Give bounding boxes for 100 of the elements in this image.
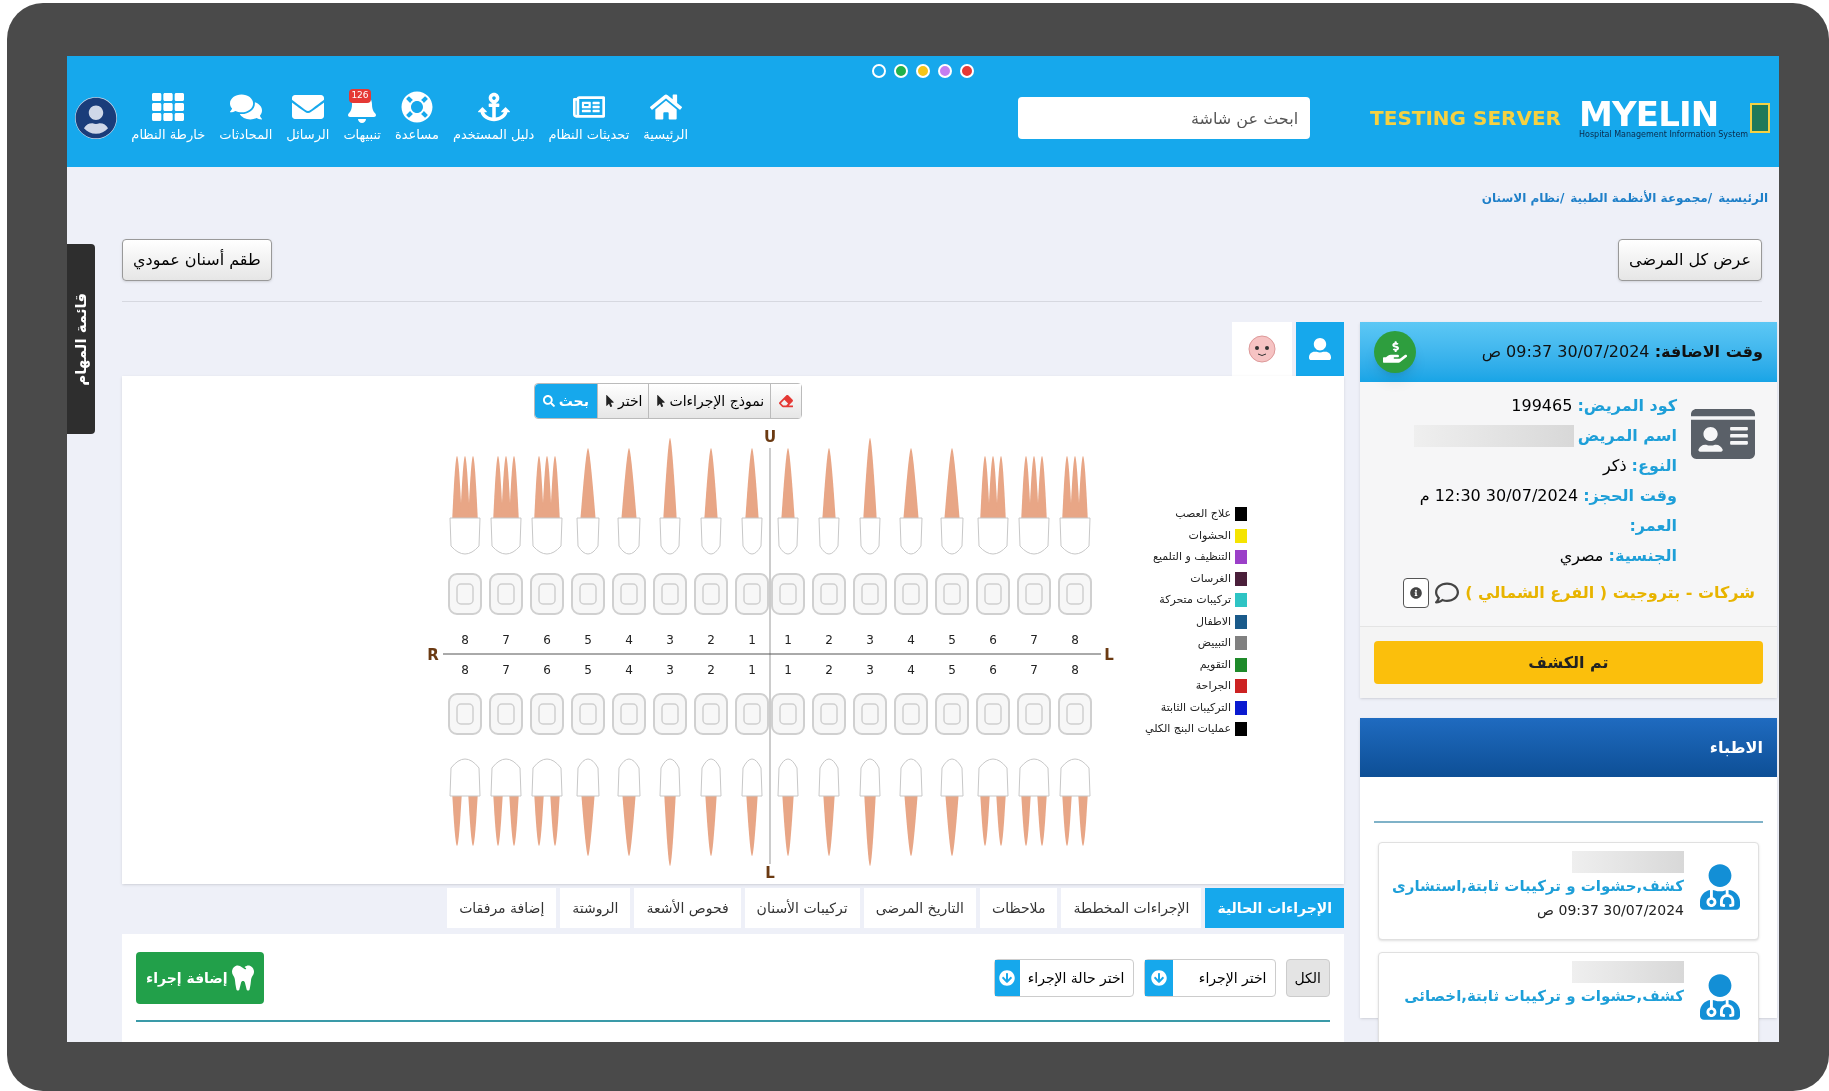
tooth-drawing[interactable] [940,448,964,555]
tooth-drawing[interactable] [977,758,1009,846]
tooth-number: 4 [907,663,915,677]
tooth-drawing[interactable] [1018,456,1050,555]
tooth-drawing[interactable] [700,758,722,856]
eraser-button[interactable] [770,384,802,418]
status-select[interactable]: اختر حالة الإجراء [993,959,1134,997]
tooth-outline-icon[interactable] [530,573,564,615]
tooth-outline-icon[interactable] [1058,693,1092,735]
tooth-drawing[interactable] [741,448,763,555]
vertical-teeth-button[interactable]: طقم أسنان عمودي [122,239,272,281]
tooth-outline-icon[interactable] [935,573,969,615]
tooth-drawing[interactable] [490,758,522,846]
tooth-outline-icon[interactable] [448,693,482,735]
tooth-drawing[interactable] [449,456,481,555]
procedure-tab[interactable]: ملاحظات [979,888,1058,928]
tooth-drawing[interactable] [659,758,681,866]
tooth-outline-icon[interactable] [812,693,846,735]
tooth-outline-icon[interactable] [694,693,728,735]
procedure-tab[interactable]: الإجراءات المخططة [1061,888,1202,928]
tooth-outline-icon[interactable] [771,573,805,615]
tooth-outline-icon[interactable] [976,693,1010,735]
tooth-drawing[interactable] [531,456,563,555]
all-patients-button[interactable]: عرض كل المرضى [1618,239,1762,281]
procedure-tab[interactable]: الروشتة [560,888,631,928]
breadcrumb-link[interactable]: الرئيسية [1718,189,1768,207]
tooth-drawing[interactable] [818,448,840,555]
patient-field: النوع: ذكر [1413,454,1677,478]
tooth-outline-icon[interactable] [1017,573,1051,615]
procedure-tab[interactable]: إضافة مرفقات [447,888,557,928]
tooth-drawing[interactable] [576,758,600,856]
tooth-drawing[interactable] [449,758,481,846]
tooth-outline-icon[interactable] [812,573,846,615]
patient-field: العمر: [1413,514,1677,538]
payment-icon [1374,331,1416,373]
info-button[interactable] [1403,578,1430,608]
tooth-drawing[interactable] [859,758,881,866]
tooth-drawing[interactable] [899,448,923,555]
tooth-outline-icon[interactable] [853,573,887,615]
breadcrumb-link[interactable]: /نظام الاسنان [1481,189,1565,207]
tooth-outline-icon[interactable] [612,573,646,615]
tooth-drawing[interactable] [659,438,681,555]
toolbar-dropdown[interactable]: نموذج الإجراءات [648,384,771,418]
breadcrumb-link[interactable]: /مجموعة الأنظمة الطبية [1570,189,1713,207]
tooth-drawing[interactable] [576,448,600,555]
side-tab[interactable]: قائمة المهام [67,244,95,434]
logo-name: MYELIN [1579,97,1719,131]
procedure-select[interactable]: اختر الإجراء [1143,959,1276,997]
procedure-tab[interactable]: التاريخ المرضى [863,888,976,928]
tooth-outline-icon[interactable] [653,573,687,615]
search-field[interactable]: ابحث عن شاشة [1018,97,1311,139]
tooth-outline-icon[interactable] [530,693,564,735]
tooth-drawing[interactable] [1059,758,1091,846]
tooth-drawing[interactable] [700,448,722,555]
tooth-outline-icon[interactable] [571,693,605,735]
tooth-outline-icon[interactable] [448,573,482,615]
tooth-drawing[interactable] [741,758,763,856]
tooth-drawing[interactable] [940,758,964,856]
tooth-number: 6 [543,633,551,647]
tooth-drawing[interactable] [617,448,641,555]
user-avatar-icon[interactable] [75,97,117,139]
adult-mode-button[interactable] [1296,322,1344,376]
tooth-outline-icon[interactable] [935,693,969,735]
tooth-outline-icon[interactable] [612,693,646,735]
comment-icon[interactable] [1435,581,1460,605]
tooth-drawing[interactable] [859,438,881,555]
upper-jaw-label: U [763,428,777,446]
tooth-outline-icon[interactable] [571,573,605,615]
tooth-outline-icon[interactable] [735,693,769,735]
tooth-outline-icon[interactable] [489,693,523,735]
tooth-outline-icon[interactable] [653,693,687,735]
all-button[interactable]: الكل [1285,959,1330,997]
tooth-drawing[interactable] [531,758,563,846]
doctor-card[interactable]: كشف,حشوات و تركيبات ثابتة,استشارى 30/07/2024 09:37 ص [1378,842,1759,940]
tooth-outline-icon[interactable] [976,573,1010,615]
child-mode-button[interactable] [1232,322,1292,376]
examined-button[interactable]: تم الكشف [1374,641,1763,684]
tooth-outline-icon[interactable] [489,573,523,615]
tooth-outline-icon[interactable] [894,693,928,735]
tooth-outline-icon[interactable] [1058,573,1092,615]
legend-label: التنظيف و التلميع [1153,549,1232,565]
tooth-outline-icon[interactable] [771,693,805,735]
tooth-drawing[interactable] [777,758,799,856]
tooth-outline-icon[interactable] [694,573,728,615]
procedure-tab[interactable]: فحوص الأشعة [634,888,741,928]
procedure-tab[interactable]: تركيبات الأسنان [744,888,860,928]
tooth-drawing[interactable] [977,456,1009,555]
tooth-drawing[interactable] [617,758,641,856]
toolbar-dropdown[interactable]: اختر [596,384,649,418]
tooth-drawing[interactable] [899,758,923,856]
tooth-outline-icon[interactable] [894,573,928,615]
tooth-outline-icon[interactable] [853,693,887,735]
tooth-drawing[interactable] [1059,456,1091,555]
tooth-drawing[interactable] [490,456,522,555]
tooth-drawing[interactable] [777,448,799,555]
tooth-drawing[interactable] [818,758,840,856]
tooth-outline-icon[interactable] [735,573,769,615]
tooth-drawing[interactable] [1018,758,1050,846]
tooth-outline-icon[interactable] [1017,693,1051,735]
patient-field: الجنسية: مصري [1413,544,1677,568]
